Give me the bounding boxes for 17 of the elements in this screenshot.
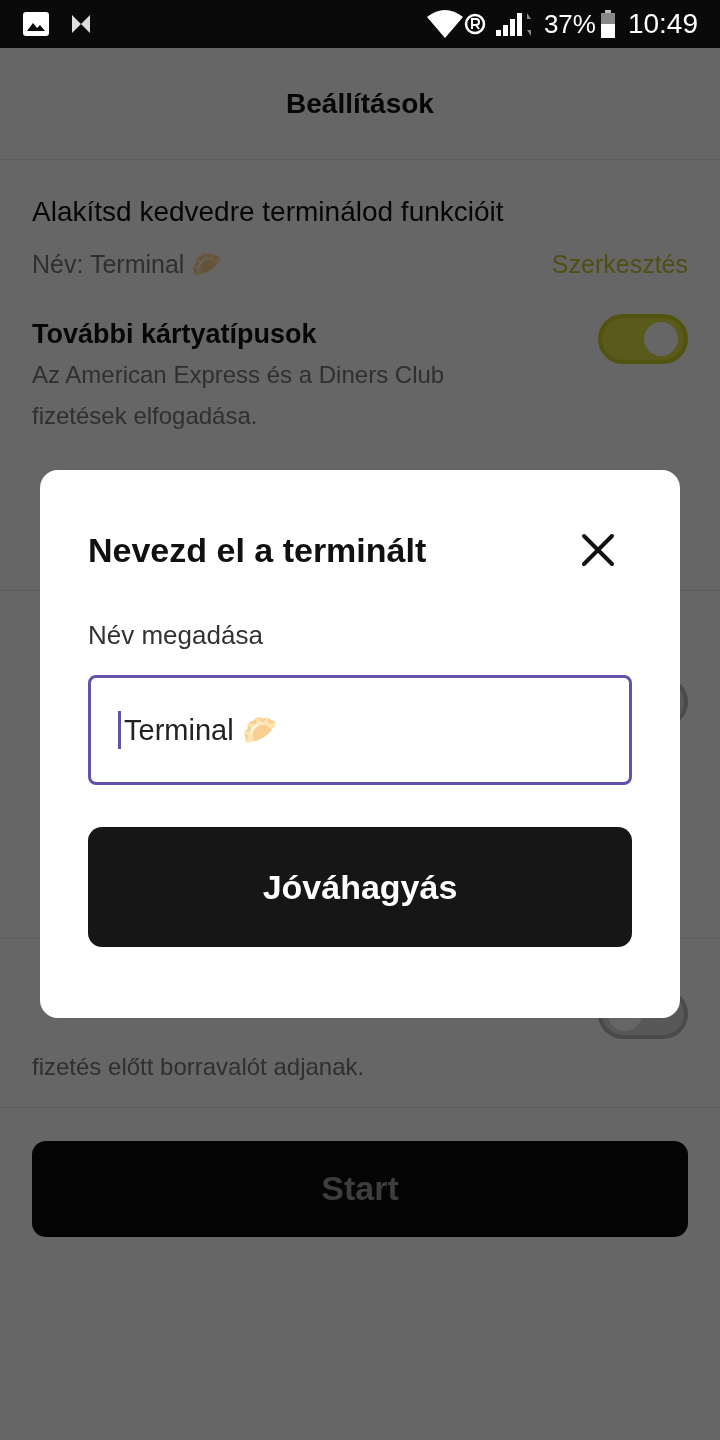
section-heading: Alakítsd kedvedre terminálod funkcióit <box>32 195 505 229</box>
close-icon <box>581 533 615 567</box>
confirm-button[interactable]: Jóváhagyás <box>88 827 632 947</box>
toggle-switch[interactable] <box>598 313 688 364</box>
field-label: Név megadása <box>88 619 264 652</box>
image-icon <box>22 11 50 37</box>
text-cursor <box>118 711 121 749</box>
app-icon <box>70 13 92 35</box>
roaming-icon <box>463 13 486 35</box>
page-title: Beállítások <box>286 86 434 121</box>
battery-percentage: 37% <box>543 7 596 41</box>
name-input-field[interactable]: Terminal 🥟 <box>88 675 632 785</box>
battery-icon <box>599 10 616 38</box>
dialog-title: Nevezd el a terminált <box>88 529 427 571</box>
clock: 10:49 <box>627 7 698 41</box>
setting-title: További kártyatípusok <box>32 317 318 351</box>
wifi-icon <box>425 9 464 39</box>
